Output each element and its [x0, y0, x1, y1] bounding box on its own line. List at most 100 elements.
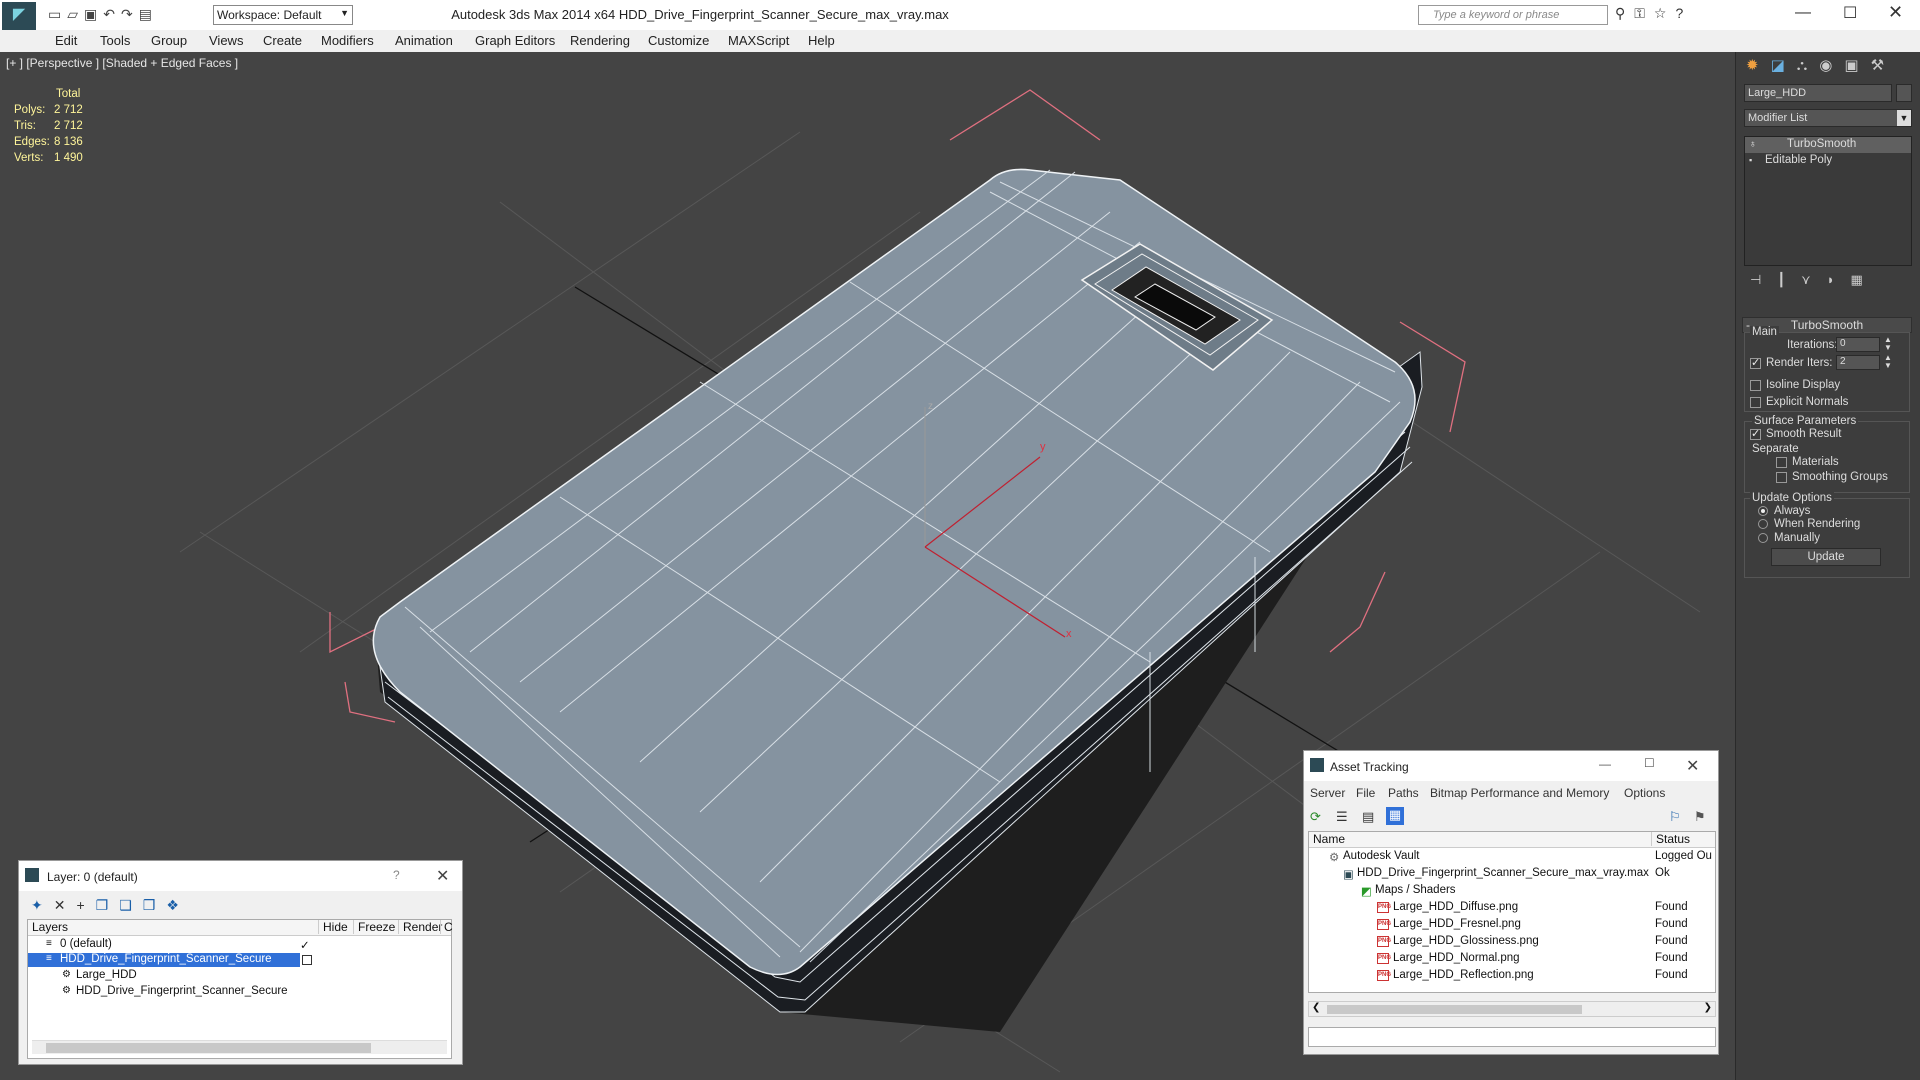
isoline-display-checkbox[interactable] — [1750, 380, 1761, 391]
freeze-all-icon[interactable]: ❖ — [166, 897, 190, 913]
render-iters-spinner[interactable]: 2 — [1836, 355, 1880, 370]
menu-graph-editors[interactable]: Graph Editors — [475, 33, 555, 48]
add-to-layer-icon[interactable]: + — [76, 897, 95, 913]
create-tab-icon[interactable]: ✹ — [1746, 57, 1771, 74]
asset-menu-server[interactable]: Server — [1310, 786, 1345, 800]
search-input[interactable]: Type a keyword or phrase — [1433, 9, 1559, 21]
help-icon[interactable]: ? — [393, 868, 400, 882]
expand-icon[interactable]: ▪ — [1749, 155, 1752, 165]
menu-help[interactable]: Help — [808, 33, 835, 48]
layer-row[interactable]: ⚙ HDD_Drive_Fingerprint_Scanner_Secure — [28, 985, 451, 999]
column-header-render[interactable]: Render — [398, 920, 442, 934]
asset-menu-paths[interactable]: Paths — [1388, 786, 1419, 800]
search-box[interactable]: Type a keyword or phrase — [1418, 5, 1608, 25]
object-name-field[interactable]: Large_HDD — [1744, 84, 1892, 102]
scroll-left-icon[interactable]: ❮ — [1312, 1002, 1320, 1013]
close-button[interactable]: ✕ — [1888, 2, 1903, 23]
smooth-result-checkbox[interactable] — [1750, 427, 1761, 440]
current-layer-checkbox[interactable] — [302, 955, 312, 965]
show-end-result-icon[interactable]: ┃ — [1777, 272, 1801, 287]
vault-help-icon[interactable]: ⚐ — [1669, 809, 1681, 825]
iterations-spinner[interactable]: 0 — [1836, 337, 1880, 352]
stack-item-turbosmooth[interactable]: ♁ TurboSmooth — [1745, 137, 1911, 153]
menu-modifiers[interactable]: Modifiers — [321, 33, 374, 48]
pin-stack-icon[interactable]: ⊣ — [1750, 272, 1777, 287]
binoculars-icon[interactable]: ⚲ — [1615, 5, 1634, 21]
key-icon[interactable]: ⚿ — [1634, 5, 1654, 21]
menu-views[interactable]: Views — [209, 33, 243, 48]
modifier-list-dropdown[interactable]: Modifier List ▼ — [1744, 109, 1912, 127]
asset-path-field[interactable] — [1308, 1027, 1716, 1047]
minimize-icon[interactable]: — — [1599, 757, 1611, 771]
display-tab-icon[interactable]: ▣ — [1844, 57, 1870, 74]
maximize-button[interactable]: ☐ — [1843, 3, 1857, 23]
motion-tab-icon[interactable]: ◉ — [1819, 57, 1844, 74]
spinner-arrows-icon[interactable]: ▲ ▼ — [1884, 336, 1892, 352]
layer-row-selected[interactable]: ≡ HDD_Drive_Fingerprint_Scanner_Secure — [28, 953, 300, 967]
asset-row-map[interactable]: PNG Large_HDD_Reflection.png Found — [1309, 969, 1715, 983]
manually-radio[interactable] — [1758, 533, 1768, 543]
layer-window-titlebar[interactable]: Layer: 0 (default) ? ✕ — [19, 861, 462, 891]
scroll-thumb[interactable] — [46, 1043, 371, 1053]
column-header-layers[interactable]: Layers — [32, 920, 68, 934]
asset-row-vault[interactable]: ⚙ Autodesk Vault Logged Ou — [1309, 850, 1715, 864]
hierarchy-tab-icon[interactable]: ⛬ — [1797, 57, 1820, 74]
make-unique-icon[interactable]: ⋎ — [1801, 272, 1827, 287]
configure-sets-icon[interactable]: ▦ — [1851, 272, 1879, 287]
minimize-button[interactable]: — — [1795, 4, 1811, 22]
utilities-tab-icon[interactable]: ⚒ — [1871, 57, 1896, 74]
asset-row-map[interactable]: PNG Large_HDD_Normal.png Found — [1309, 952, 1715, 966]
asset-menu-options[interactable]: Options — [1624, 786, 1665, 800]
asset-row-maps-folder[interactable]: ◩ Maps / Shaders — [1309, 884, 1715, 898]
help-icon[interactable]: ? — [1675, 5, 1692, 21]
asset-row-map[interactable]: PNG Large_HDD_Diffuse.png Found — [1309, 901, 1715, 915]
asset-menu-file[interactable]: File — [1356, 786, 1375, 800]
asset-hscrollbar[interactable]: ❮ ❯ — [1308, 1001, 1716, 1017]
vault-settings-icon[interactable]: ⚑ — [1694, 809, 1706, 825]
render-iters-checkbox[interactable] — [1750, 356, 1761, 369]
thumbnail-view-icon[interactable]: ▤ — [1362, 809, 1374, 825]
close-icon[interactable]: ✕ — [436, 866, 449, 886]
object-color-swatch[interactable] — [1896, 84, 1912, 102]
asset-window-titlebar[interactable]: Asset Tracking — ☐ ✕ — [1304, 751, 1718, 781]
asset-row-map[interactable]: PNG Large_HDD_Fresnel.png Found — [1309, 918, 1715, 932]
list-view-icon[interactable]: ☰ — [1336, 809, 1348, 825]
column-header-name[interactable]: Name — [1313, 832, 1345, 846]
menu-edit[interactable]: Edit — [55, 33, 77, 48]
when-rendering-radio[interactable] — [1758, 519, 1768, 529]
menu-animation[interactable]: Animation — [395, 33, 453, 48]
close-icon[interactable]: ✕ — [1686, 756, 1699, 776]
layer-row[interactable]: ≡ 0 (default) ✓ — [28, 938, 451, 952]
highlight-selected-icon[interactable]: ❑ — [119, 897, 143, 913]
materials-checkbox[interactable] — [1776, 457, 1787, 468]
modify-tab-icon[interactable]: ◪ — [1771, 57, 1797, 74]
column-header-freeze[interactable]: Freeze — [353, 920, 395, 934]
asset-menu-bitmap-performance[interactable]: Bitmap Performance and Memory — [1430, 786, 1609, 800]
menu-create[interactable]: Create — [263, 33, 302, 48]
hide-all-icon[interactable]: ❒ — [143, 897, 167, 913]
maximize-icon[interactable]: ☐ — [1644, 756, 1655, 770]
update-button[interactable]: Update — [1771, 548, 1881, 566]
layer-row[interactable]: ⚙ Large_HDD — [28, 969, 451, 983]
layer-hscrollbar[interactable] — [32, 1040, 447, 1054]
viewport-label[interactable]: [+ ] [Perspective ] [Shaded + Edged Face… — [6, 56, 238, 70]
column-header-hide[interactable]: Hide — [318, 920, 348, 934]
asset-row-map[interactable]: PNG Large_HDD_Glossiness.png Found — [1309, 935, 1715, 949]
asset-row-scene-file[interactable]: ▣ HDD_Drive_Fingerprint_Scanner_Secure_m… — [1309, 867, 1715, 881]
menu-tools[interactable]: Tools — [100, 33, 130, 48]
smoothing-groups-checkbox[interactable] — [1776, 472, 1787, 483]
refresh-icon[interactable]: ⟳ — [1310, 809, 1321, 825]
new-layer-icon[interactable]: ✦ — [31, 897, 54, 913]
lightbulb-icon[interactable]: ♁ — [1749, 139, 1757, 150]
menu-customize[interactable]: Customize — [648, 33, 709, 48]
stack-item-editable-poly[interactable]: ▪ Editable Poly — [1745, 153, 1911, 169]
menu-maxscript[interactable]: MAXScript — [728, 33, 789, 48]
scroll-right-icon[interactable]: ❯ — [1704, 1002, 1712, 1013]
scroll-thumb[interactable] — [1327, 1005, 1582, 1014]
column-header-status[interactable]: Status — [1651, 832, 1690, 846]
delete-layer-icon[interactable]: ✕ — [54, 897, 77, 913]
remove-modifier-icon[interactable]: ◗ — [1827, 272, 1851, 287]
spinner-arrows-icon[interactable]: ▲ ▼ — [1884, 354, 1892, 370]
menu-group[interactable]: Group — [151, 33, 187, 48]
explicit-normals-checkbox[interactable] — [1750, 397, 1761, 408]
